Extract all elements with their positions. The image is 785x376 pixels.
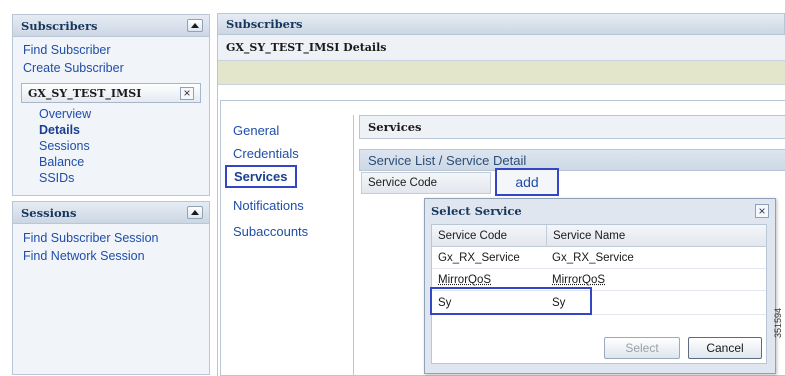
detail-title-bar: GX_SY_TEST_IMSI Details [218, 35, 785, 61]
sidebar-item-details[interactable]: Details [13, 122, 209, 138]
row-service-name: MirrorQoS [552, 273, 606, 286]
find-network-session-link[interactable]: Find Network Session [13, 247, 209, 265]
tab-notifications[interactable]: Notifications [233, 198, 304, 213]
row-service-name: Sy [552, 296, 566, 309]
table-row[interactable]: Gx_RX_Service Gx_RX_Service [432, 247, 766, 269]
dialog-title-bar: Select Service × [425, 199, 775, 223]
services-header: Services [359, 115, 785, 139]
tab-services[interactable]: Services [225, 165, 297, 188]
service-code-column-header[interactable]: Service Code [361, 172, 491, 194]
close-icon[interactable]: × [755, 204, 769, 218]
info-bar [218, 61, 785, 85]
subscribers-panel-title: Subscribers [21, 18, 98, 33]
row-service-code: MirrorQoS [438, 273, 492, 286]
dialog-title: Select Service [431, 204, 522, 218]
sidebar-item-balance[interactable]: Balance [13, 154, 209, 170]
main-header-title: Subscribers [226, 17, 303, 31]
sessions-panel: Sessions Find Subscriber Session Find Ne… [12, 201, 210, 375]
select-service-dialog: Select Service × Service Code Service Na… [424, 198, 776, 374]
table-header-row: Service Code Service Name [432, 225, 766, 247]
subscribers-panel: Subscribers Find Subscriber Create Subsc… [12, 14, 210, 196]
subscriber-chip-label: GX_SY_TEST_IMSI [28, 86, 142, 100]
find-subscriber-link[interactable]: Find Subscriber [13, 41, 209, 59]
find-subscriber-session-link[interactable]: Find Subscriber Session [13, 229, 209, 247]
page-title: GX_SY_TEST_IMSI Details [226, 41, 387, 54]
add-button[interactable]: add [495, 168, 559, 196]
collapse-up-icon[interactable] [187, 206, 203, 219]
tab-credentials[interactable]: Credentials [233, 146, 299, 161]
nav-divider [353, 115, 354, 376]
sidebar-item-ssids[interactable]: SSIDs [13, 170, 209, 186]
services-header-title: Services [368, 120, 422, 134]
main-header: Subscribers [218, 13, 785, 35]
subscribers-panel-header: Subscribers [13, 15, 209, 37]
row-service-name: Gx_RX_Service [552, 251, 634, 264]
column-header-service-code[interactable]: Service Code [432, 230, 546, 242]
service-table: Service Code Service Name Gx_RX_Service … [430, 224, 767, 364]
cancel-button[interactable]: Cancel [688, 337, 762, 359]
collapse-up-icon[interactable] [187, 19, 203, 32]
row-service-code: Sy [438, 296, 452, 309]
sessions-panel-title: Sessions [21, 205, 77, 220]
select-button[interactable]: Select [604, 337, 680, 359]
sessions-panel-header: Sessions [13, 202, 209, 224]
service-list-bar: Service List / Service Detail [359, 149, 785, 171]
table-row[interactable]: Sy Sy [432, 291, 766, 315]
tab-general[interactable]: General [233, 123, 279, 138]
column-header-service-name[interactable]: Service Name [546, 225, 625, 246]
service-list-title: Service List / Service Detail [368, 152, 527, 168]
subscriber-chip[interactable]: GX_SY_TEST_IMSI × [21, 83, 201, 103]
close-icon[interactable]: × [180, 86, 194, 100]
row-service-code: Gx_RX_Service [438, 251, 520, 264]
sidebar-item-overview[interactable]: Overview [13, 106, 209, 122]
create-subscriber-link[interactable]: Create Subscriber [13, 59, 209, 77]
tab-subaccounts[interactable]: Subaccounts [233, 224, 308, 239]
table-row[interactable]: MirrorQoS MirrorQoS [432, 269, 766, 291]
sidebar-item-sessions[interactable]: Sessions [13, 138, 209, 154]
figure-id: 351594 [773, 307, 783, 338]
